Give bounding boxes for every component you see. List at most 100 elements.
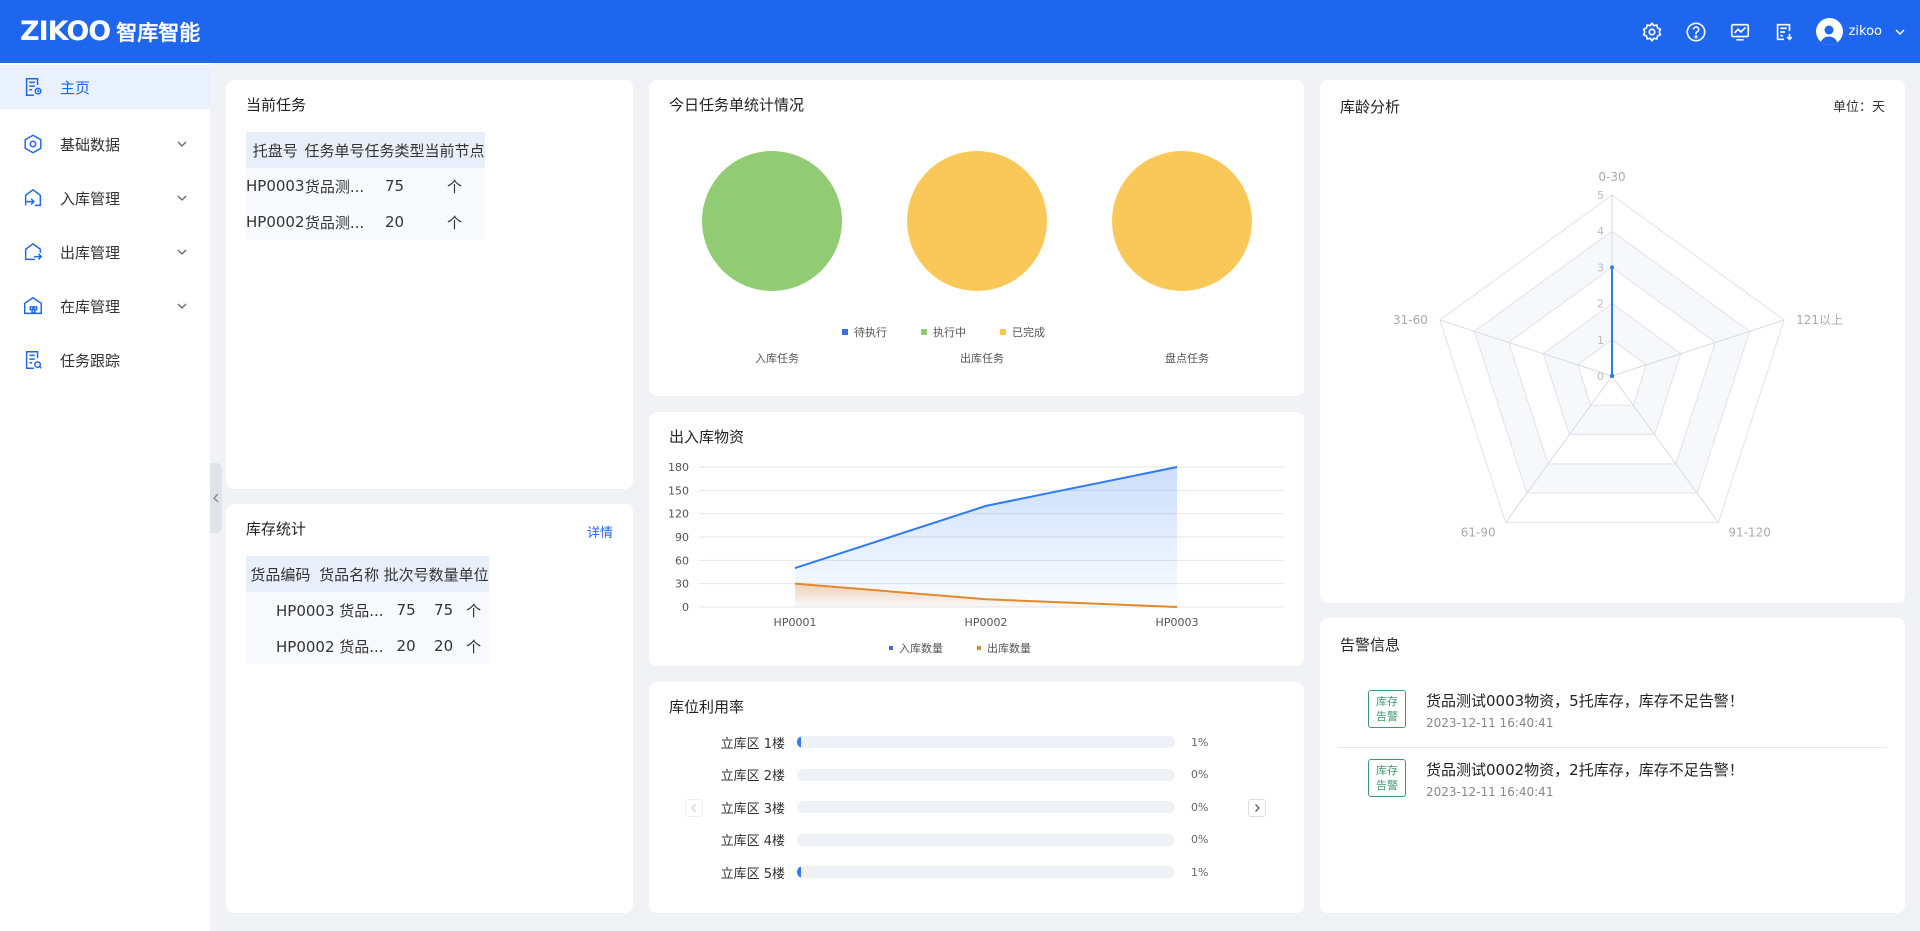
- table-row[interactable]: HP0003 货品测... 75 个: [246, 168, 485, 204]
- sidebar-item-inbound[interactable]: 入库管理: [0, 171, 210, 225]
- utilization-bar: [797, 801, 1175, 813]
- radar-indicator-label: 31-60: [1393, 313, 1428, 327]
- radar-tick-label: 0: [1597, 370, 1604, 383]
- pie-label: 盘点任务: [1165, 351, 1209, 365]
- radar-tick-label: 5: [1597, 189, 1604, 202]
- io-materials-card: 出入库物资 0 30 60 90 120 150 180 HP0001 HP0002 HP0003…: [649, 412, 1304, 666]
- sidebar-item-task-tracking[interactable]: 任务跟踪: [0, 333, 210, 387]
- utilization-bar: [797, 833, 1175, 846]
- pie-label: 出库任务: [960, 351, 1004, 365]
- table-row[interactable]: HP0003 货品... 75 75 个: [246, 592, 489, 628]
- table-cell: 20: [428, 628, 459, 664]
- utilization-row: 立库区 4楼 0%: [649, 830, 1304, 850]
- table-row[interactable]: HP0002 货品... 20 20 个: [246, 628, 489, 664]
- table-cell: 货品测...: [304, 204, 365, 240]
- sidebar-item-label: 在库管理: [60, 297, 121, 316]
- y-tick-label: 60: [675, 554, 689, 567]
- outbound-icon: [22, 241, 44, 263]
- radar-tick-label: 4: [1597, 225, 1604, 238]
- table-cell: 75: [364, 168, 425, 204]
- utilization-card: 库位利用率 立库区 1楼 1% 立库区 2楼 0% 立库区 3楼 0% 立库区 4楼 …: [649, 682, 1304, 913]
- avatar: [1815, 18, 1843, 45]
- table-cell: 个: [424, 204, 485, 240]
- table-header: 货品编码: [246, 556, 315, 592]
- utilization-row: 立库区 1楼 1%: [649, 732, 1304, 752]
- x-tick-label: HP0003: [1156, 616, 1199, 629]
- utilization-value: 0%: [1191, 833, 1209, 846]
- sidebar-item-label: 任务跟踪: [60, 351, 121, 370]
- table-row[interactable]: HP0002 货品测... 20 个: [246, 204, 485, 240]
- alert-item[interactable]: 库存 告警 货品测试0003物资，5托库存，库存不足告警！ 2023-12-11 …: [1338, 680, 1887, 748]
- legend-item[interactable]: 入库数量: [889, 640, 943, 656]
- alert-item[interactable]: 库存 告警 货品测试0002物资，2托库存，库存不足告警！ 2023-12-11 …: [1338, 749, 1887, 817]
- legend-item[interactable]: 出库数量: [977, 640, 1031, 656]
- utilization-list: 立库区 1楼 1% 立库区 2楼 0% 立库区 3楼 0% 立库区 4楼 0% 立库区 …: [649, 682, 1304, 913]
- hexagon-icon: [22, 133, 44, 155]
- details-link[interactable]: 详情: [587, 522, 613, 541]
- pie-inbound[interactable]: [702, 151, 842, 291]
- sidebar-collapse-handle[interactable]: [210, 463, 222, 533]
- pie-stocktake[interactable]: [1112, 151, 1252, 291]
- radar-tick-label: 2: [1597, 298, 1604, 311]
- radar-tick-label: 3: [1597, 261, 1604, 274]
- logo-brand-cn: 智库智能: [116, 20, 201, 45]
- inventory-table: 货品编码 货品名称 批次号 数量 单位 HP0003 货品... 75 75 个…: [246, 556, 489, 664]
- sidebar-item-basic-data[interactable]: 基础数据: [0, 117, 210, 171]
- home-doc-icon: [22, 76, 44, 98]
- user-name: zikoo: [1848, 24, 1882, 39]
- utilization-label: 立库区 2楼: [720, 769, 785, 784]
- legend-item[interactable]: 待执行: [842, 324, 887, 340]
- table-cell: 75: [428, 592, 459, 628]
- legend-label: 待执行: [854, 326, 887, 339]
- table-header: 任务类型: [364, 132, 425, 168]
- chevron-down-icon: [177, 303, 187, 309]
- prev-page-button[interactable]: [685, 799, 703, 817]
- alert-message: 货品测试0003物资，5托库存，库存不足告警！: [1426, 692, 1744, 710]
- sidebar-item-home[interactable]: 主页: [0, 65, 210, 109]
- table-header: 当前节点: [424, 132, 485, 168]
- table-cell: HP0002: [246, 204, 305, 240]
- legend-item[interactable]: 执行中: [921, 324, 966, 340]
- alert-time: 2023-12-11 16:40:41: [1426, 785, 1554, 799]
- age-analysis-card: 库龄分析 单位：天 0 1 2 3 4 5 0-30 121以上 91-120 61-90 31-6…: [1320, 80, 1905, 603]
- utilization-bar: [797, 736, 1175, 748]
- monitor-icon[interactable]: [1718, 10, 1762, 54]
- help-icon[interactable]: [1674, 10, 1718, 54]
- today-tasks-card: 今日任务单统计情况 入库任务 出库任务 盘点任务 待执行 执行中 已完成: [649, 80, 1304, 396]
- pie-charts: 入库任务 出库任务 盘点任务: [702, 151, 1252, 365]
- legend-item[interactable]: 已完成: [1000, 324, 1045, 340]
- current-tasks-table: 托盘号 任务单号 任务类型 当前节点 HP0003 货品测... 75 个 HP…: [246, 132, 485, 240]
- radar-point: [1610, 374, 1614, 378]
- utilization-value: 0%: [1191, 800, 1209, 814]
- line-chart: 0 30 60 90 120 150 180 HP0001 HP0002 HP0003: [668, 461, 1284, 629]
- y-tick-label: 150: [668, 484, 689, 497]
- radar-indicator-label: 91-120: [1728, 525, 1771, 539]
- card-title: 当前任务: [246, 96, 307, 114]
- pie-outbound[interactable]: [907, 151, 1047, 291]
- table-cell: 75: [383, 592, 429, 628]
- table-header: 托盘号: [246, 132, 305, 168]
- sidebar-item-label: 主页: [60, 78, 91, 97]
- sidebar-item-in-stock[interactable]: 在库管理: [0, 279, 210, 333]
- table-header: 批次号: [383, 556, 429, 592]
- utilization-fill: [797, 866, 801, 878]
- user-menu[interactable]: zikoo: [1815, 18, 1906, 45]
- y-tick-label: 180: [668, 461, 689, 474]
- warehouse-icon: [22, 295, 44, 317]
- alert-tag: 库存 告警: [1368, 759, 1406, 797]
- utilization-label: 立库区 1楼: [720, 736, 785, 752]
- legend-label: 已完成: [1012, 326, 1045, 339]
- utilization-row: 立库区 2楼 0%: [649, 765, 1304, 785]
- gear-icon[interactable]: [1630, 10, 1674, 54]
- document-icon[interactable]: [1762, 10, 1806, 54]
- sidebar: 主页 基础数据 入库管理 出库管理 在库管理 任务跟踪: [0, 63, 210, 931]
- utilization-label: 立库区 4楼: [720, 834, 785, 849]
- radar-chart: 0 1 2 3 4 5 0-30 121以上 91-120 61-90 31-60: [1393, 170, 1843, 539]
- sidebar-item-outbound[interactable]: 出库管理: [0, 225, 210, 279]
- radar-point: [1610, 265, 1614, 270]
- logo[interactable]: ZIKOO 智库智能: [20, 0, 200, 63]
- next-page-button[interactable]: [1248, 799, 1266, 817]
- legend-label: 出库数量: [987, 642, 1031, 655]
- utilization-value: 1%: [1191, 865, 1209, 879]
- legend-label: 执行中: [933, 326, 966, 339]
